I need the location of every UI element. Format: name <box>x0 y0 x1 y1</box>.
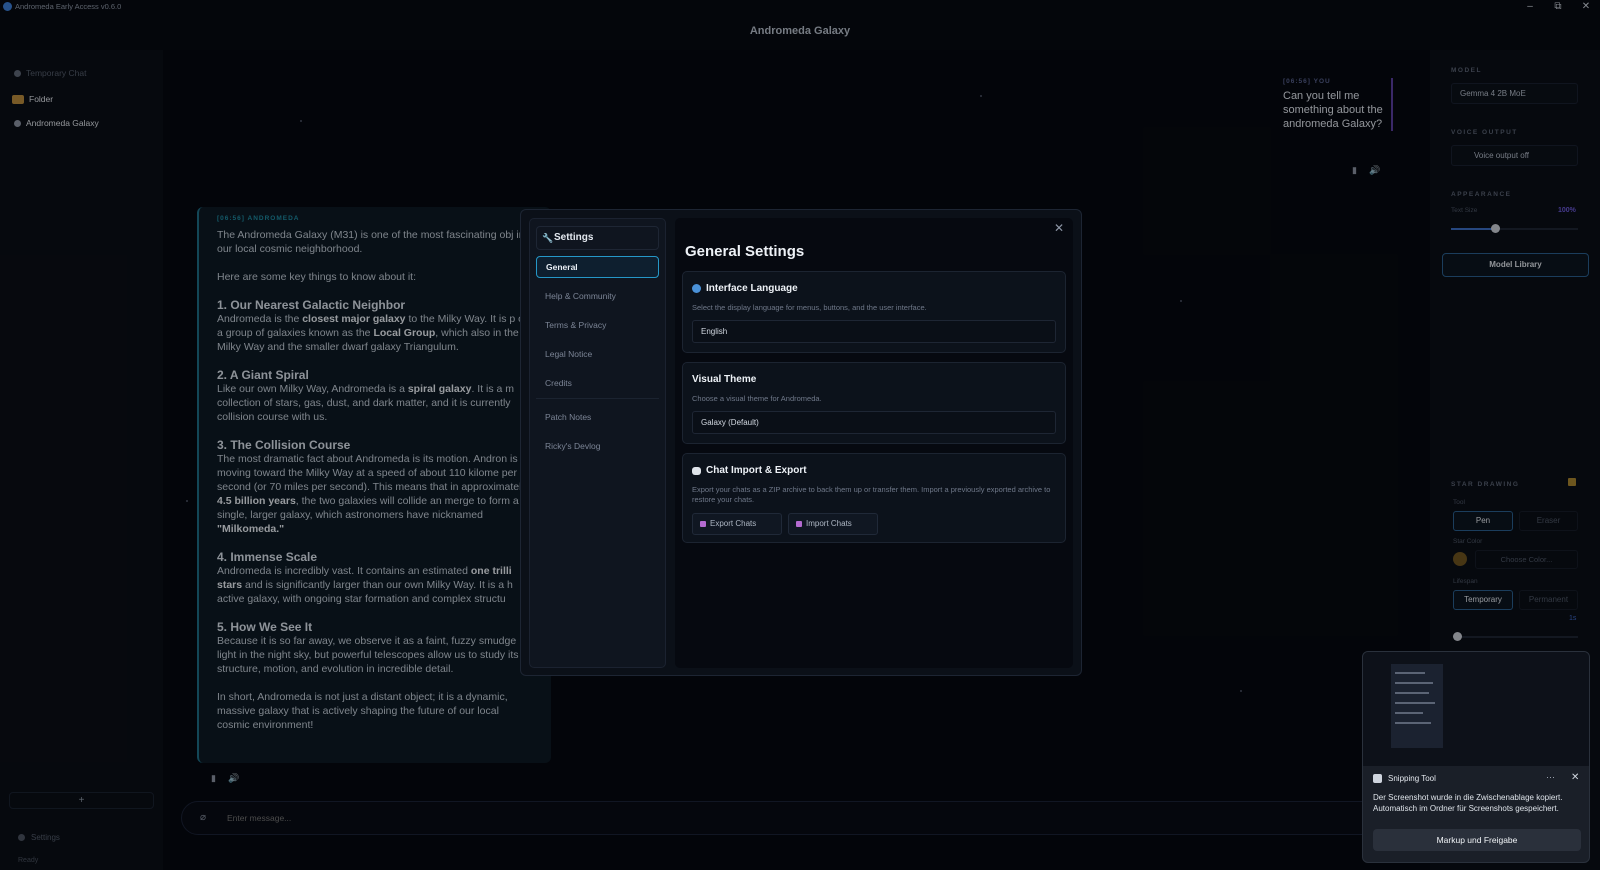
import-export-description: Export your chats as a ZIP archive to ba… <box>692 485 1051 504</box>
language-title-text: Interface Language <box>706 283 798 294</box>
thumbnail-line <box>1395 672 1425 674</box>
snipping-tool-notification: Snipping Tool ··· ✕ Der Screenshot wurde… <box>1362 651 1590 863</box>
package-icon <box>796 521 802 527</box>
theme-description: Choose a visual theme for Andromeda. <box>692 394 822 403</box>
snipping-tool-icon <box>1373 774 1382 783</box>
app-window: Andromeda Early Access v0.6.0 – ⧉ ✕ Andr… <box>0 0 1600 870</box>
tab-patch-notes[interactable]: Patch Notes <box>536 406 659 428</box>
snipping-tool-header: Snipping Tool <box>1373 774 1436 783</box>
markup-share-button[interactable]: Markup und Freigabe <box>1373 829 1581 851</box>
screenshot-thumbnail[interactable] <box>1363 652 1589 766</box>
thumbnail-line <box>1395 682 1433 684</box>
tab-terms-privacy[interactable]: Terms & Privacy <box>536 314 659 336</box>
settings-nav-title: 🔧 Settings <box>536 226 659 250</box>
theme-card: Visual Theme Choose a visual theme for A… <box>682 362 1066 444</box>
settings-title: Settings <box>554 232 594 243</box>
nav-divider <box>536 398 659 399</box>
close-dialog-button[interactable]: ✕ <box>1054 221 1064 235</box>
package-icon <box>700 521 706 527</box>
language-title: Interface Language <box>692 283 798 294</box>
import-export-title-text: Chat Import & Export <box>706 465 807 476</box>
language-card: Interface Language Select the display la… <box>682 271 1066 353</box>
theme-select[interactable]: Galaxy (Default) <box>692 411 1056 434</box>
tab-rickys-devlog[interactable]: Ricky's Devlog <box>536 435 659 457</box>
import-label: Import Chats <box>806 519 852 528</box>
snipping-tool-title: Snipping Tool <box>1388 774 1436 783</box>
thumbnail-line <box>1395 692 1429 694</box>
thumbnail-line <box>1395 712 1423 714</box>
thumbnail-page <box>1391 664 1443 748</box>
import-chats-button[interactable]: Import Chats <box>788 513 878 535</box>
export-label: Export Chats <box>710 519 757 528</box>
tab-help-community[interactable]: Help & Community <box>536 285 659 307</box>
chat-bubble-icon <box>692 466 701 475</box>
more-options-button[interactable]: ··· <box>1546 772 1555 782</box>
import-export-card: Chat Import & Export Export your chats a… <box>682 453 1066 543</box>
notification-message: Der Screenshot wurde in die Zwischenabla… <box>1373 793 1563 813</box>
language-description: Select the display language for menus, b… <box>692 303 927 312</box>
globe-icon <box>692 284 701 293</box>
export-chats-button[interactable]: Export Chats <box>692 513 782 535</box>
tab-legal-notice[interactable]: Legal Notice <box>536 343 659 365</box>
close-notification-button[interactable]: ✕ <box>1571 772 1579 783</box>
wrench-icon: 🔧 <box>542 233 554 243</box>
tab-general[interactable]: General <box>536 256 659 278</box>
thumbnail-line <box>1395 722 1431 724</box>
settings-heading: General Settings <box>685 243 805 260</box>
import-export-title: Chat Import & Export <box>692 465 807 476</box>
language-select[interactable]: English <box>692 320 1056 343</box>
thumbnail-line <box>1395 702 1435 704</box>
theme-title: Visual Theme <box>692 374 757 385</box>
tab-credits[interactable]: Credits <box>536 372 659 394</box>
